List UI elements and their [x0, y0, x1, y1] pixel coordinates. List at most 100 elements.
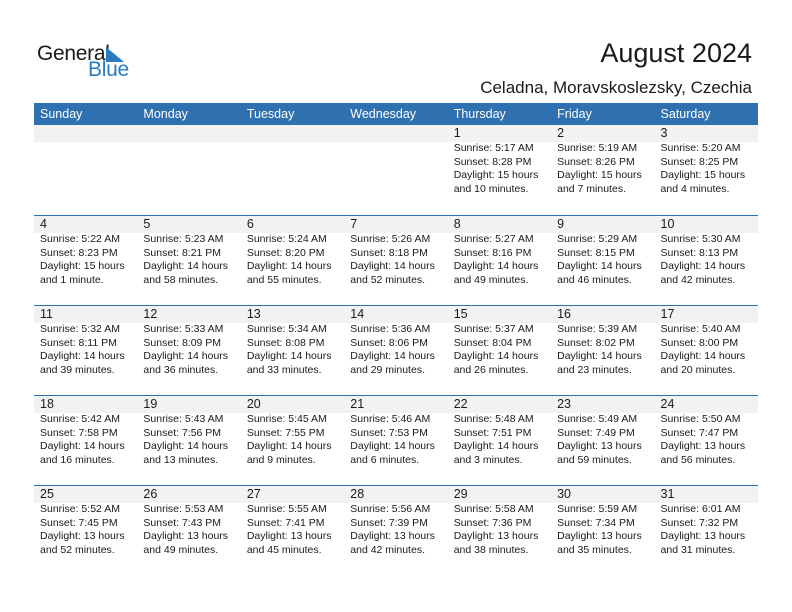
day-cell: 28 Sunrise: 5:56 AM Sunset: 7:39 PM Dayligh… — [344, 486, 447, 557]
sunset-time: Sunset: 7:58 PM — [40, 426, 118, 439]
daylight-hours: Daylight: 13 hours — [660, 530, 746, 542]
daylight-hours: Daylight: 13 hours — [557, 530, 642, 542]
day-cell: 25 Sunrise: 5:52 AM Sunset: 7:45 PM Dayligh… — [34, 486, 137, 557]
daylight-minutes: and 58 minutes. — [143, 273, 219, 286]
daylight-hours: Daylight: 13 hours — [660, 440, 746, 452]
daylight-hours: Daylight: 14 hours — [350, 260, 435, 272]
page-title: August 2024 — [600, 38, 752, 68]
sunrise-time: Sunrise: 5:45 AM — [246, 413, 327, 425]
sunset-time: Sunset: 7:49 PM — [557, 426, 635, 439]
daylight-hours: Daylight: 14 hours — [557, 350, 642, 362]
daylight-minutes: and 9 minutes. — [246, 453, 316, 466]
daylight-hours: Daylight: 15 hours — [660, 169, 746, 181]
sunset-time: Sunset: 7:45 PM — [40, 516, 118, 529]
day-number: 24 — [660, 397, 675, 411]
daylight-hours: Daylight: 13 hours — [557, 440, 642, 452]
sunrise-time: Sunrise: 5:40 AM — [660, 323, 741, 335]
day-number: 7 — [350, 217, 358, 231]
daylight-minutes: and 52 minutes. — [40, 543, 115, 556]
daylight-minutes: and 38 minutes. — [453, 543, 529, 556]
sunset-time: Sunset: 7:47 PM — [660, 426, 739, 439]
daylight-hours: Daylight: 13 hours — [143, 530, 229, 542]
daylight-minutes: and 3 minutes. — [453, 453, 523, 466]
day-number: 15 — [453, 307, 468, 321]
day-number: 5 — [143, 217, 151, 231]
sunrise-time: Sunrise: 5:22 AM — [40, 233, 120, 245]
day-number: 1 — [453, 126, 461, 140]
sunset-time: Sunset: 8:00 PM — [660, 336, 739, 349]
daylight-minutes: and 26 minutes. — [453, 363, 529, 376]
day-number: 10 — [660, 217, 675, 231]
daylight-minutes: and 55 minutes. — [246, 273, 322, 286]
daylight-minutes: and 10 minutes. — [453, 182, 529, 195]
sunrise-time: Sunrise: 5:30 AM — [660, 233, 741, 245]
sunset-time: Sunset: 8:25 PM — [660, 155, 739, 168]
sunset-time: Sunset: 8:20 PM — [246, 246, 325, 259]
sunset-time: Sunset: 7:56 PM — [143, 426, 222, 439]
daylight-minutes: and 33 minutes. — [246, 363, 322, 376]
week-cells: 11 Sunrise: 5:32 AM Sunset: 8:11 PM Dayligh… — [34, 306, 758, 377]
daylight-hours: Daylight: 14 hours — [143, 440, 229, 452]
sunrise-time: Sunrise: 5:36 AM — [350, 323, 431, 335]
daylight-hours: Daylight: 14 hours — [40, 350, 125, 362]
daylight-hours: Daylight: 15 hours — [557, 169, 642, 181]
daylight-hours: Daylight: 14 hours — [453, 350, 539, 362]
day-cell: 8 Sunrise: 5:27 AM Sunset: 8:16 PM Daylight… — [448, 216, 551, 287]
weeks-container: 1 Sunrise: 5:17 AM Sunset: 8:28 PM Daylight… — [34, 125, 758, 575]
weekday-friday: Friday — [557, 107, 592, 121]
daylight-hours: Daylight: 14 hours — [660, 260, 746, 272]
sunset-time: Sunset: 7:34 PM — [557, 516, 635, 529]
sunrise-time: Sunrise: 5:19 AM — [557, 142, 638, 154]
sunset-time: Sunset: 8:21 PM — [143, 246, 222, 259]
day-cell: 24 Sunrise: 5:50 AM Sunset: 7:47 PM Dayligh… — [655, 396, 758, 467]
day-cell: 11 Sunrise: 5:32 AM Sunset: 8:11 PM Dayligh… — [34, 306, 137, 377]
daylight-hours: Daylight: 13 hours — [453, 530, 539, 542]
day-number: 28 — [350, 487, 365, 501]
daylight-hours: Daylight: 14 hours — [40, 440, 125, 452]
day-cell: 19 Sunrise: 5:43 AM Sunset: 7:56 PM Dayligh… — [137, 396, 240, 467]
sunset-time: Sunset: 7:43 PM — [143, 516, 222, 529]
sunset-time: Sunset: 7:36 PM — [453, 516, 532, 529]
sunset-time: Sunset: 8:18 PM — [350, 246, 428, 259]
weekday-wednesday: Wednesday — [350, 107, 417, 121]
day-number: 25 — [40, 487, 54, 501]
day-number: 18 — [40, 397, 54, 411]
daylight-hours: Daylight: 14 hours — [143, 350, 229, 362]
day-number: 29 — [453, 487, 468, 501]
sunrise-time: Sunrise: 5:59 AM — [557, 503, 638, 515]
daylight-hours: Daylight: 13 hours — [350, 530, 435, 542]
sunset-time: Sunset: 8:23 PM — [40, 246, 118, 259]
weekday-tuesday: Tuesday — [246, 107, 295, 121]
weekday-saturday: Saturday — [660, 107, 711, 121]
sunrise-time: Sunrise: 5:26 AM — [350, 233, 431, 245]
daylight-minutes: and 56 minutes. — [660, 453, 736, 466]
day-cell: 9 Sunrise: 5:29 AM Sunset: 8:15 PM Daylight… — [551, 216, 654, 287]
sunrise-time: Sunrise: 5:29 AM — [557, 233, 638, 245]
sunrise-time: Sunrise: 6:01 AM — [660, 503, 741, 515]
day-number: 12 — [143, 307, 158, 321]
sunrise-time: Sunrise: 5:52 AM — [40, 503, 120, 515]
daylight-minutes: and 1 minute. — [40, 273, 104, 286]
daylight-minutes: and 42 minutes. — [660, 273, 736, 286]
day-cell: 30 Sunrise: 5:59 AM Sunset: 7:34 PM Dayligh… — [551, 486, 654, 557]
week-row: 25 Sunrise: 5:52 AM Sunset: 7:45 PM Dayligh… — [34, 485, 758, 575]
day-number: 31 — [660, 487, 675, 501]
sunrise-time: Sunrise: 5:49 AM — [557, 413, 638, 425]
sunset-time: Sunset: 8:26 PM — [557, 155, 635, 168]
daylight-minutes: and 59 minutes. — [557, 453, 632, 466]
sunset-time: Sunset: 8:02 PM — [557, 336, 635, 349]
empty-day-cell — [241, 125, 344, 196]
sunset-time: Sunset: 7:39 PM — [350, 516, 428, 529]
day-number: 20 — [246, 397, 261, 411]
day-number: 6 — [246, 217, 254, 231]
day-cell: 16 Sunrise: 5:39 AM Sunset: 8:02 PM Dayligh… — [551, 306, 654, 377]
weekday-header: Sunday Monday Tuesday Wednesday Thursday… — [34, 103, 758, 125]
sunrise-time: Sunrise: 5:50 AM — [660, 413, 741, 425]
daylight-minutes: and 42 minutes. — [350, 543, 425, 556]
day-cell: 5 Sunrise: 5:23 AM Sunset: 8:21 PM Daylight… — [137, 216, 240, 287]
week-cells: 25 Sunrise: 5:52 AM Sunset: 7:45 PM Dayligh… — [34, 486, 758, 557]
daylight-minutes: and 20 minutes. — [660, 363, 736, 376]
daylight-minutes: and 29 minutes. — [350, 363, 425, 376]
week-cells: 1 Sunrise: 5:17 AM Sunset: 8:28 PM Daylight… — [34, 125, 758, 196]
sunrise-time: Sunrise: 5:23 AM — [143, 233, 224, 245]
